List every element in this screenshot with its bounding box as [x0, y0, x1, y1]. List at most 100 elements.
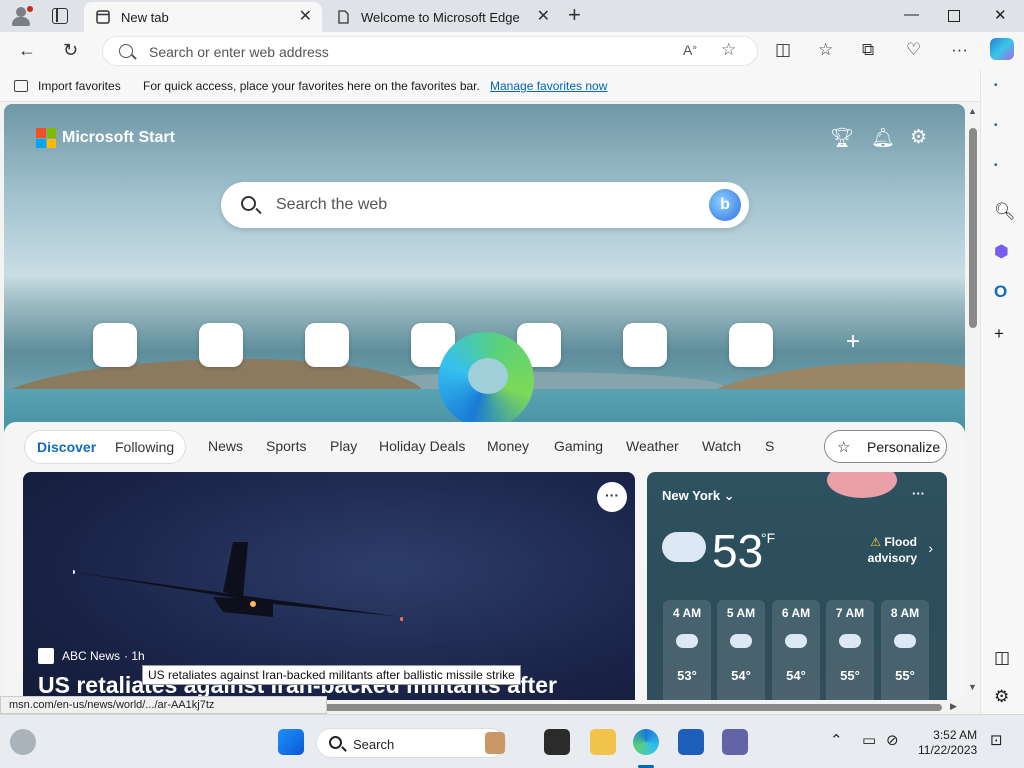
volume-muted-icon[interactable]: ⊘ [886, 731, 899, 749]
add-sidebar-app-icon[interactable]: + [994, 324, 1004, 344]
tab-money[interactable]: Money [487, 438, 529, 454]
widgets-icon[interactable] [10, 729, 36, 755]
newtab-page: Microsoft Start 🏆︎ 🔔︎ ⚙ Search the web b… [4, 104, 965, 700]
more-menu-icon[interactable]: ··· [951, 40, 968, 60]
add-shortcut-icon[interactable]: + [846, 328, 860, 356]
outlook-icon[interactable]: O [994, 282, 1007, 302]
tab-watch[interactable]: Watch [702, 438, 741, 454]
notifications-bell-icon[interactable]: 🔔︎ [871, 126, 895, 150]
weather-unit: °F [761, 530, 776, 546]
search-placeholder: Search the web [276, 196, 388, 213]
vertical-scrollbar[interactable]: ▲ ▼ [966, 104, 980, 700]
edge-sidebar: • • • 🔍︎ ⬢ O + ◫ ⚙ [980, 70, 1024, 714]
edge-taskbar-icon[interactable] [633, 729, 659, 755]
start-windows-icon[interactable] [278, 729, 304, 755]
hourly-forecast: 7 AM 55° [826, 600, 874, 700]
microsoft365-icon[interactable]: ⬢ [994, 242, 1009, 262]
tab-play[interactable]: Play [330, 438, 357, 454]
chevron-right-icon[interactable]: › [928, 540, 933, 556]
refresh-icon[interactable]: ↻ [63, 40, 78, 60]
cloud-icon [730, 634, 752, 648]
notification-center-icon[interactable]: ⊡ [990, 731, 1003, 749]
tab-discover[interactable]: Discover [37, 439, 96, 455]
collections-icon[interactable]: ⧉ [862, 40, 874, 60]
microsoft-start-logo[interactable]: Microsoft Start [36, 128, 175, 148]
quick-link-tile[interactable] [199, 323, 243, 367]
favorite-star-icon[interactable]: ☆ [721, 40, 736, 60]
tray-chevron-up-icon[interactable]: ⌃ [830, 731, 843, 749]
close-tab-icon[interactable]: ✕ [537, 9, 550, 25]
sidebar-settings-icon[interactable]: ⚙ [994, 687, 1009, 707]
newtab-page-icon [96, 10, 110, 24]
weather-city[interactable]: New York ⌄ [662, 488, 735, 504]
scroll-up-icon[interactable]: ▲ [968, 106, 977, 116]
favorites-bar: Import favorites For quick access, place… [0, 70, 1024, 102]
taskbar: Search ⌃ ▭ ⊘ 3:52 AM 11/22/2023 ⊡ [0, 714, 1024, 768]
sidebar-search-icon[interactable]: 🔍︎ [994, 202, 1016, 222]
title-bar: New tab ✕ Welcome to Microsoft Edge ✕ + … [0, 0, 1024, 32]
new-tab-button[interactable]: + [568, 4, 581, 26]
tab-following[interactable]: Following [115, 439, 174, 455]
quick-link-tile[interactable] [93, 323, 137, 367]
browser-essentials-icon[interactable]: ♡ [906, 40, 921, 60]
file-explorer-icon[interactable] [590, 729, 616, 755]
profile-icon[interactable] [8, 5, 34, 27]
scroll-right-icon[interactable]: ▶ [950, 701, 957, 712]
quick-link-tile[interactable] [729, 323, 773, 367]
feed-mode-toggle: Discover Following [24, 430, 186, 464]
weather-card[interactable]: New York ⌄ ··· 53 °F ⚠ Flood advisory › 4… [647, 472, 947, 700]
scroll-thumb[interactable] [969, 128, 977, 328]
flood-advisory[interactable]: ⚠ Flood advisory [867, 534, 917, 566]
tab-truncated[interactable]: S [765, 438, 774, 454]
card-more-options-icon[interactable]: ··· [597, 482, 627, 512]
hide-sidebar-icon[interactable]: ◫ [994, 648, 1010, 668]
display-icon[interactable]: ▭ [862, 731, 876, 749]
system-clock[interactable]: 3:52 AM 11/22/2023 [918, 728, 977, 758]
tab-weather[interactable]: Weather [626, 438, 679, 454]
quick-link-tile[interactable] [305, 323, 349, 367]
hourly-forecast: 4 AM 53° [663, 600, 711, 700]
bing-chat-icon[interactable]: b [709, 189, 741, 221]
import-favorites-button[interactable]: Import favorites [14, 79, 121, 93]
clock-time: 3:52 AM [933, 728, 978, 742]
source-name: ABC News [62, 649, 121, 663]
news-source[interactable]: ABC News · 1h [38, 648, 145, 664]
quick-link-tile[interactable] [623, 323, 667, 367]
address-bar[interactable]: Search or enter web address A» ☆ [102, 36, 758, 66]
tab-title: New tab [121, 9, 169, 25]
tab-gaming[interactable]: Gaming [554, 438, 603, 454]
split-screen-icon[interactable]: ◫ [775, 40, 791, 60]
microsoft-logo-icon [36, 128, 56, 148]
hourly-forecast: 8 AM 55° [881, 600, 929, 700]
cloud-icon [894, 634, 916, 648]
taskbar-search[interactable]: Search [316, 728, 506, 758]
microsoft-store-icon[interactable] [678, 729, 704, 755]
minimize-icon[interactable]: — [904, 6, 919, 23]
manage-favorites-link[interactable]: Manage favorites now [490, 79, 607, 93]
tab-sports[interactable]: Sports [266, 438, 306, 454]
read-aloud-icon[interactable]: A» [683, 42, 697, 58]
tab-title: Welcome to Microsoft Edge [361, 9, 520, 25]
tab-welcome[interactable]: Welcome to Microsoft Edge ✕ [324, 2, 560, 32]
scroll-down-icon[interactable]: ▼ [968, 682, 977, 692]
rewards-trophy-icon[interactable]: 🏆︎ [830, 126, 854, 150]
favorites-icon[interactable]: ☆ [818, 40, 833, 60]
settings-gear-icon[interactable]: ⚙ [910, 126, 927, 149]
teams-icon[interactable] [722, 729, 748, 755]
back-arrow-icon[interactable]: ← [18, 40, 36, 60]
personalize-button[interactable]: ☆ Personalize [824, 430, 947, 463]
restore-icon[interactable] [948, 10, 960, 22]
cloud-icon [785, 634, 807, 648]
tab-news[interactable]: News [208, 438, 243, 454]
close-window-icon[interactable]: ✕ [994, 6, 1007, 24]
tab-holiday-deals[interactable]: Holiday Deals [379, 438, 465, 454]
weather-more-icon[interactable]: ··· [912, 486, 925, 501]
web-search-box[interactable]: Search the web b [221, 182, 749, 228]
task-view-icon[interactable] [544, 729, 570, 755]
tab-new-tab[interactable]: New tab ✕ [84, 2, 322, 32]
tab-actions-icon[interactable] [52, 8, 68, 24]
copilot-icon[interactable] [990, 38, 1014, 60]
close-tab-icon[interactable]: ✕ [299, 9, 312, 25]
source-time: · 1h [124, 649, 145, 663]
page-icon [338, 10, 349, 24]
